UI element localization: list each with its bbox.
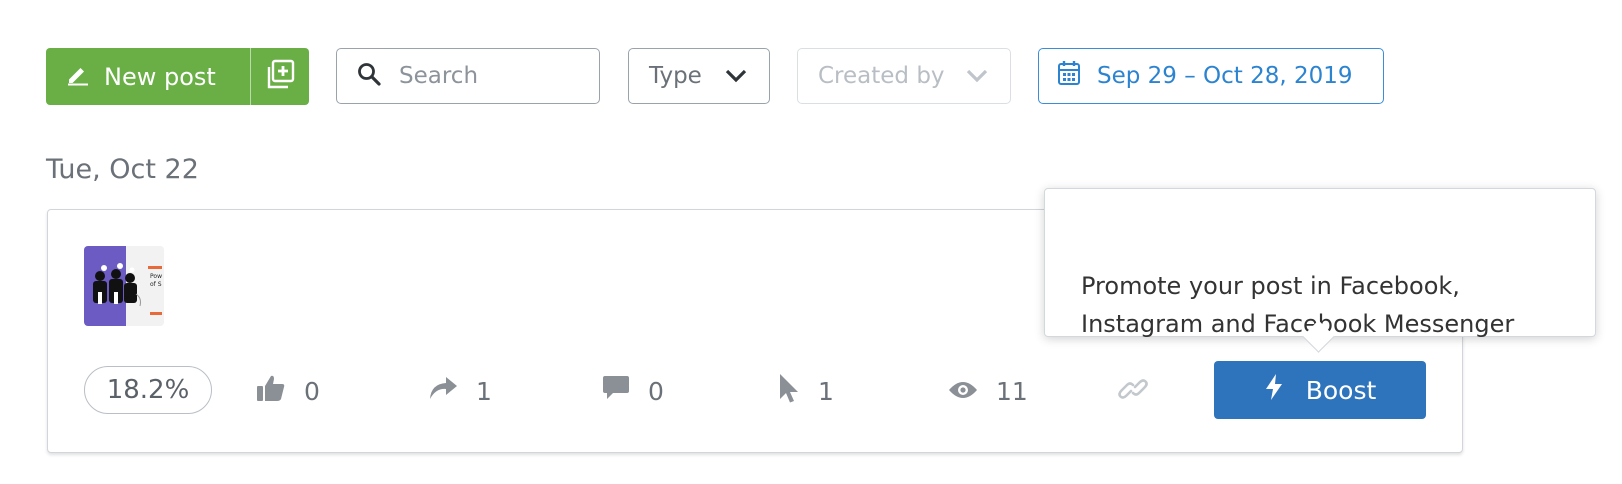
comments-stat: 0 <box>602 373 664 409</box>
chevron-down-icon <box>725 63 747 89</box>
engagement-rate-badge: 18.2% <box>84 366 212 414</box>
link-icon <box>1117 373 1149 409</box>
share-icon <box>428 375 458 407</box>
shares-count: 1 <box>476 376 492 406</box>
comment-icon <box>602 374 630 408</box>
boost-button[interactable]: Boost <box>1214 361 1426 419</box>
boost-tooltip: Promote your post in Facebook, Instagram… <box>1044 188 1596 353</box>
boost-label: Boost <box>1305 375 1377 405</box>
new-post-button-group: New post <box>46 48 309 105</box>
comments-count: 0 <box>648 376 664 406</box>
pencil-icon <box>66 62 90 92</box>
chevron-down-icon <box>966 63 988 89</box>
clicks-stat: 1 <box>778 373 834 409</box>
date-heading: Tue, Oct 22 <box>46 154 199 185</box>
likes-stat: 0 <box>256 373 320 409</box>
date-range-picker[interactable]: Sep 29 – Oct 28, 2019 <box>1038 48 1384 104</box>
search-icon <box>357 62 381 90</box>
date-range-label: Sep 29 – Oct 28, 2019 <box>1097 63 1353 89</box>
shares-stat: 1 <box>428 373 492 409</box>
lightning-icon <box>1264 373 1284 407</box>
thumbs-up-icon <box>256 374 286 408</box>
likes-count: 0 <box>304 376 320 406</box>
new-post-label: New post <box>104 62 216 91</box>
calendar-icon <box>1057 60 1081 92</box>
duplicate-icon <box>263 58 297 96</box>
type-dropdown[interactable]: Type <box>628 48 770 104</box>
post-thumbnail[interactable]: Pow of S <box>84 246 164 326</box>
svg-text:Pow: Pow <box>150 273 162 280</box>
views-stat: 11 <box>948 373 1028 409</box>
search-box <box>336 48 600 104</box>
cursor-icon <box>778 373 800 409</box>
type-dropdown-label: Type <box>649 63 702 89</box>
created-by-dropdown[interactable]: Created by <box>797 48 1011 104</box>
views-count: 11 <box>996 376 1028 406</box>
eye-icon <box>948 377 978 406</box>
search-input[interactable] <box>399 63 579 89</box>
copy-link-button[interactable] <box>1116 374 1150 408</box>
new-post-button[interactable]: New post <box>46 48 250 105</box>
duplicate-post-button[interactable] <box>250 48 309 105</box>
boost-tooltip-text: Promote your post in Facebook, Instagram… <box>1081 272 1515 338</box>
created-by-dropdown-label: Created by <box>818 63 945 89</box>
clicks-count: 1 <box>818 376 834 406</box>
svg-text:of S: of S <box>150 281 162 288</box>
